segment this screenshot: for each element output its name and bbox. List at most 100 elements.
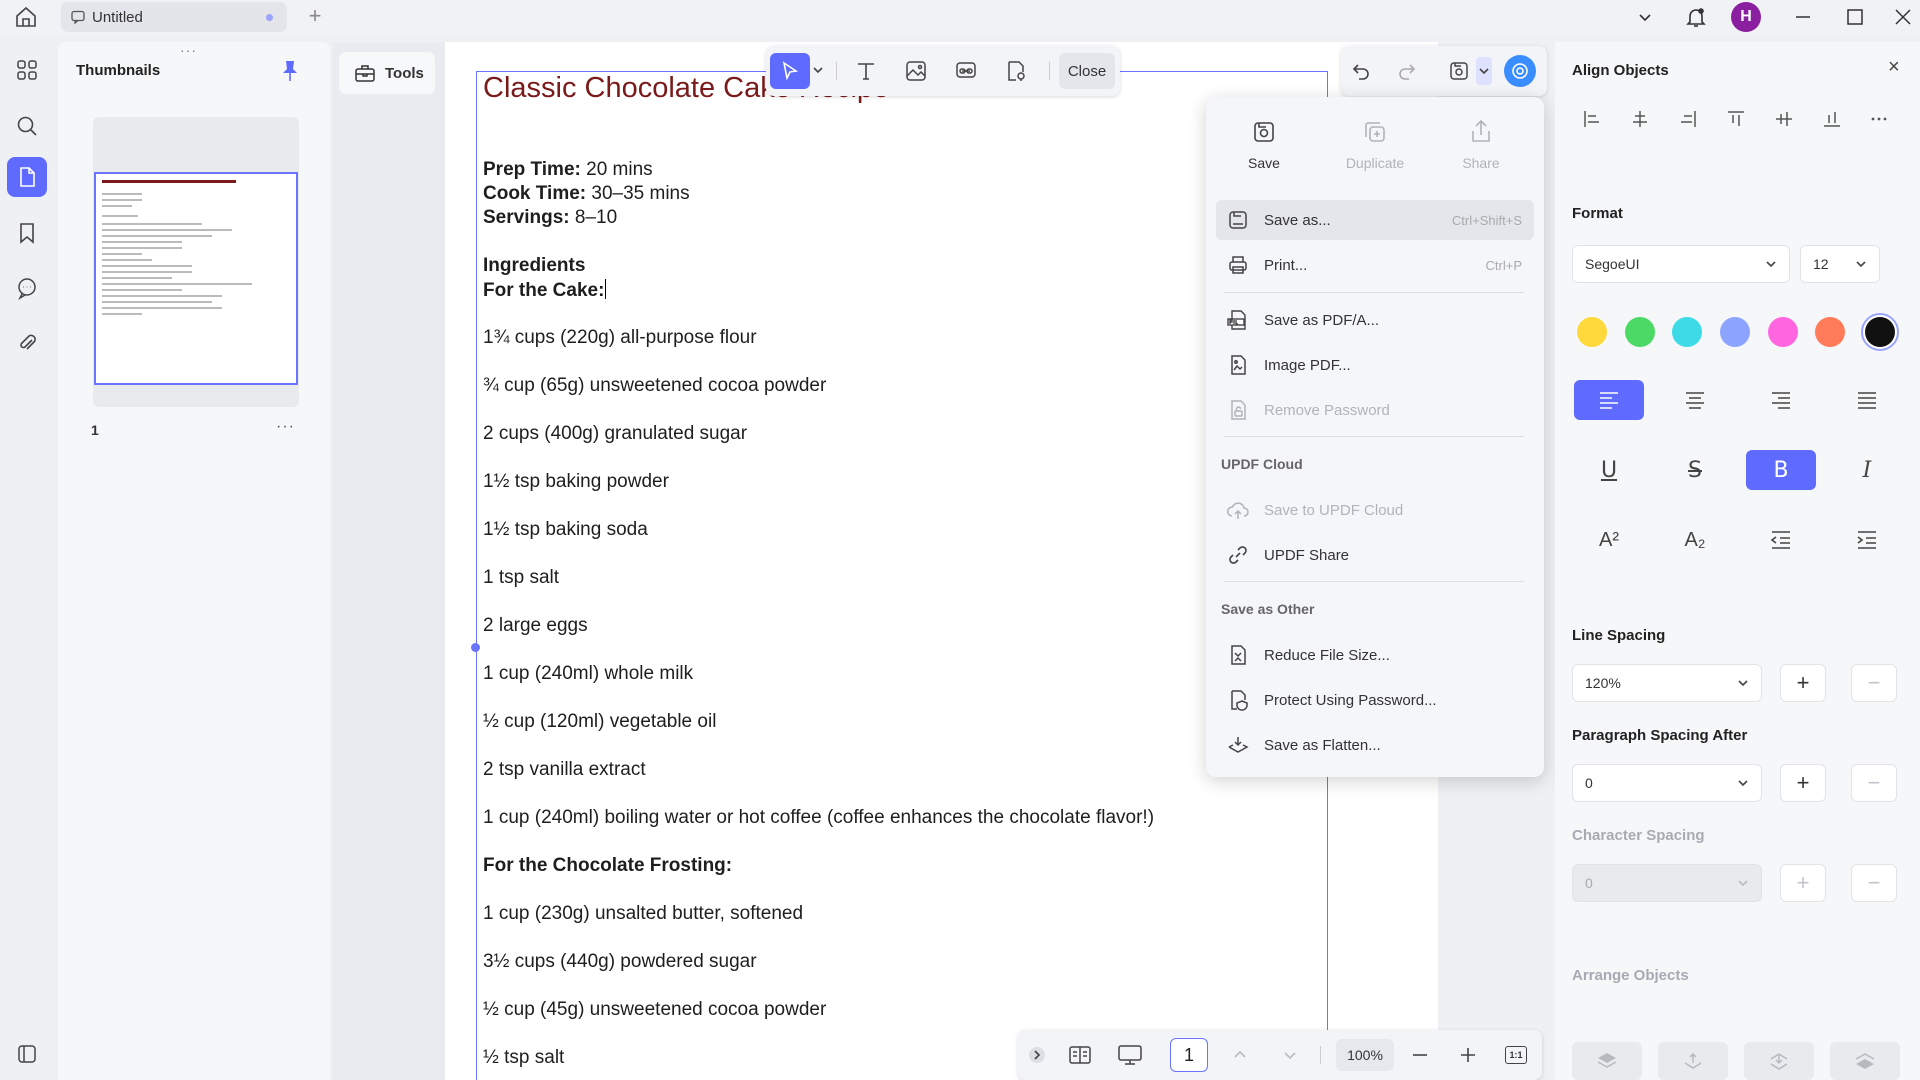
user-avatar[interactable]: H [1731,2,1761,32]
color-swatch-cyan[interactable] [1672,317,1702,347]
zoom-in-icon[interactable] [1452,1040,1484,1070]
font-family-select[interactable]: SegoeUI [1572,245,1790,283]
cake-item[interactable]: 1¾ cups (220g) all-purpose flour [483,327,757,349]
ai-assistant-icon[interactable] [1504,55,1536,87]
page-number-input[interactable]: 1 [1170,1038,1208,1072]
menu-remove-password[interactable]: Remove Password [1216,390,1534,430]
character-spacing-select[interactable]: 0 [1572,864,1762,902]
text-tool-button[interactable] [846,53,886,89]
color-swatch-black[interactable] [1865,317,1895,347]
close-window-icon[interactable] [1888,4,1918,30]
color-swatch-pink[interactable] [1768,317,1798,347]
image-tool-button[interactable] [896,53,936,89]
increase-indent-button[interactable] [1832,520,1902,560]
color-swatch-green[interactable] [1625,317,1655,347]
watermark-tool-button[interactable] [996,53,1036,89]
menu-duplicate-button[interactable]: Duplicate [1330,117,1420,187]
presentation-icon[interactable] [1114,1040,1146,1070]
panel-drag-handle[interactable]: ··· [180,42,197,58]
italic-button[interactable]: I [1832,450,1902,490]
pages-icon[interactable] [7,157,47,197]
align-center-h-icon[interactable] [1627,106,1653,132]
actual-size-button[interactable]: 1:1 [1500,1040,1532,1070]
frosting-item[interactable]: ½ cup (45g) unsweetened cocoa powder [483,999,826,1021]
menu-print[interactable]: Print... Ctrl+P [1216,245,1534,285]
home-icon[interactable] [14,5,38,29]
paragraph-spacing-increase[interactable]: + [1780,764,1826,802]
maximize-icon[interactable] [1840,4,1870,30]
bold-button[interactable]: B [1746,450,1816,490]
zoom-out-icon[interactable] [1404,1040,1436,1070]
link-tool-button[interactable] [946,53,986,89]
page-layout-icon[interactable] [1064,1040,1096,1070]
notification-bell-icon[interactable] [1681,4,1711,30]
next-page-icon[interactable] [1274,1040,1306,1070]
line-spacing-increase[interactable]: + [1780,664,1826,702]
menu-save-as[interactable]: Save as... Ctrl+Shift+S [1216,200,1534,240]
send-to-back-button[interactable] [1830,1042,1900,1080]
chevron-down-icon[interactable] [812,64,824,76]
frosting-item[interactable]: ½ tsp salt [483,1047,564,1069]
page-thumbnail[interactable] [94,172,298,385]
close-panel-icon[interactable]: × [1888,56,1900,79]
expand-bar-icon[interactable] [1026,1040,1048,1070]
previous-page-icon[interactable] [1224,1040,1256,1070]
color-swatch-blue[interactable] [1720,317,1750,347]
document-tab[interactable]: Untitled [61,2,287,32]
align-middle-v-icon[interactable] [1771,106,1797,132]
thumbnail-more-button[interactable]: ··· [276,418,295,436]
cake-heading-line[interactable]: For the Cake: [483,279,607,302]
menu-reduce-size[interactable]: Reduce File Size... [1216,635,1534,675]
bookmark-icon[interactable] [7,213,47,253]
strikethrough-button[interactable]: S [1660,450,1730,490]
text-align-right-button[interactable] [1746,380,1816,420]
frosting-item[interactable]: 3½ cups (440g) powdered sugar [483,951,757,973]
character-spacing-decrease[interactable]: − [1851,864,1897,902]
menu-save-pdfa[interactable]: Save as PDF/A... [1216,300,1534,340]
subscript-button[interactable]: A₂ [1660,520,1730,560]
menu-save-cloud[interactable]: Save to UPDF Cloud [1216,490,1534,530]
new-tab-button[interactable]: + [303,5,327,29]
cake-item[interactable]: ½ cup (120ml) vegetable oil [483,711,716,733]
line-spacing-select[interactable]: 120% [1572,664,1762,702]
cake-item[interactable]: ¾ cup (65g) unsweetened cocoa powder [483,375,826,397]
cake-item[interactable]: 1 tsp salt [483,567,559,589]
paragraph-spacing-decrease[interactable]: − [1851,764,1897,802]
tools-button[interactable]: Tools [339,52,435,94]
bring-to-front-button[interactable] [1572,1042,1642,1080]
menu-protect-password[interactable]: Protect Using Password... [1216,680,1534,720]
bring-forward-button[interactable] [1658,1042,1728,1080]
apps-grid-icon[interactable] [7,50,47,90]
more-options-icon[interactable] [1866,106,1892,132]
menu-share-button[interactable]: Share [1436,117,1526,187]
send-backward-button[interactable] [1744,1042,1814,1080]
underline-button[interactable]: U [1574,450,1644,490]
cake-item[interactable]: 1 cup (240ml) whole milk [483,663,693,685]
select-tool-button[interactable] [770,53,810,89]
pin-icon[interactable] [280,60,300,82]
text-justify-button[interactable] [1832,380,1902,420]
menu-image-pdf[interactable]: Image PDF... [1216,345,1534,385]
save-dropdown-chevron[interactable] [1476,57,1492,85]
zoom-level[interactable]: 100% [1336,1039,1394,1071]
line-spacing-decrease[interactable]: − [1851,664,1897,702]
font-size-select[interactable]: 12 [1800,245,1880,283]
ingredients-heading[interactable]: Ingredients [483,255,585,277]
superscript-button[interactable]: A² [1574,520,1644,560]
comments-icon[interactable] [7,268,47,308]
sidebar-toggle-icon[interactable] [7,1034,47,1074]
cake-item[interactable]: 2 tsp vanilla extract [483,759,646,781]
color-swatch-orange[interactable] [1815,317,1845,347]
align-top-icon[interactable] [1723,106,1749,132]
chevron-down-icon[interactable] [1630,4,1660,30]
align-right-icon[interactable] [1675,106,1701,132]
text-align-left-button[interactable] [1574,380,1644,420]
cake-item[interactable]: 2 large eggs [483,615,588,637]
undo-icon[interactable] [1343,55,1379,87]
menu-save-button[interactable]: Save [1219,117,1309,187]
character-spacing-increase[interactable]: + [1780,864,1826,902]
servings-line[interactable]: Servings: 8–10 [483,207,617,229]
frosting-heading[interactable]: For the Chocolate Frosting: [483,855,732,877]
menu-save-flatten[interactable]: Save as Flatten... [1216,725,1534,765]
close-edit-button[interactable]: Close [1059,53,1115,89]
